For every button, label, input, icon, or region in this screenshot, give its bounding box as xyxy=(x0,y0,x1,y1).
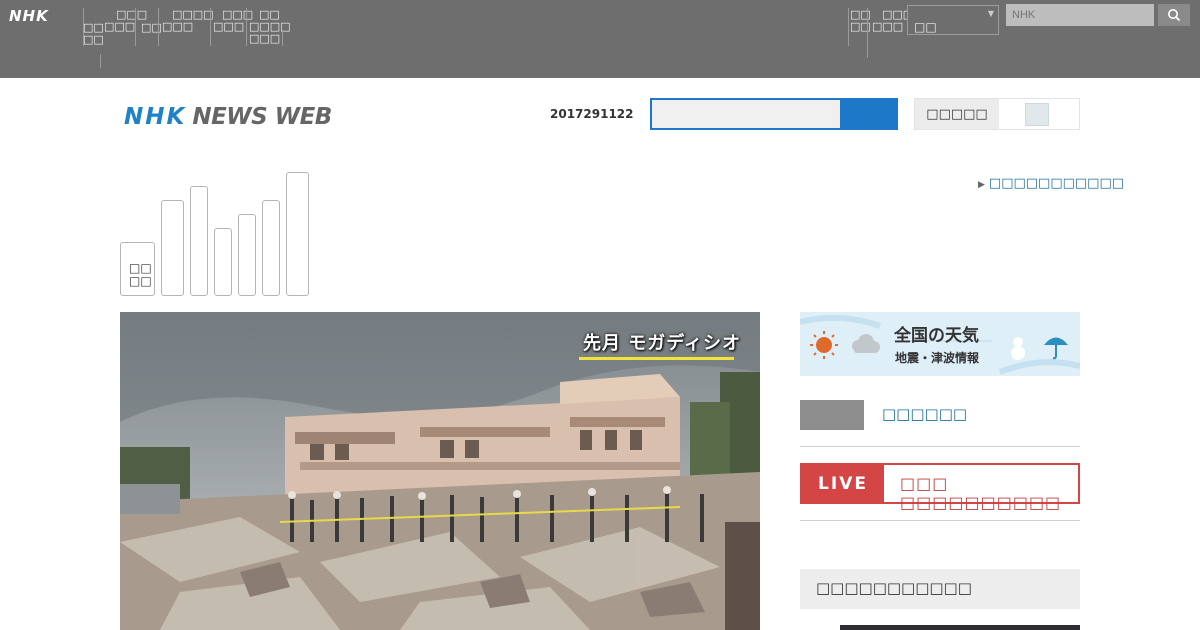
nhk-logo[interactable]: NHK xyxy=(9,7,49,25)
news-search-button[interactable] xyxy=(840,98,898,130)
caption-underline xyxy=(579,357,734,360)
nav-line: □□□ xyxy=(249,32,281,45)
category-tab-4[interactable] xyxy=(214,228,232,296)
top-bar: NHK □□ □□ □□□ □□□ □□ □□□□ □□□ □□□ □□□ □□… xyxy=(0,0,1200,78)
divider xyxy=(800,520,1080,521)
live-badge: LIVE xyxy=(802,465,884,502)
nav-separator xyxy=(848,8,849,46)
nav-line: □□□ xyxy=(213,20,245,33)
nav-separator xyxy=(100,54,101,68)
snowman-icon xyxy=(1011,337,1025,360)
nav-separator xyxy=(246,8,247,46)
photo-caption: 先月 モガディシオ xyxy=(583,333,742,354)
switch-knob[interactable] xyxy=(1025,103,1049,126)
cloud-icon xyxy=(852,334,880,353)
language-select-value: □□ xyxy=(914,20,937,34)
caret-down-icon: ▼ xyxy=(987,9,994,18)
nav-separator xyxy=(135,8,136,46)
top-search-input[interactable] xyxy=(1006,4,1154,26)
category-tab-6[interactable] xyxy=(262,200,280,296)
divider xyxy=(800,446,1080,447)
weather-subtitle: 地震・津波情報 xyxy=(895,351,980,365)
display-switch-label: □□□□□ xyxy=(915,99,999,129)
sidebar-panel-media[interactable] xyxy=(840,625,1080,630)
sidebar-panel-heading: □□□□□□□□□□□ xyxy=(800,569,1080,609)
nav-line: □□□ xyxy=(162,20,194,33)
top-nav-item-5[interactable]: □□□ □□□ xyxy=(213,9,253,33)
nav-separator xyxy=(282,30,283,46)
live-banner[interactable]: LIVE □□□ □□□□□□□□□□ xyxy=(800,463,1080,512)
top-nav-item-1[interactable]: □□ □□ xyxy=(83,22,104,46)
weather-title: 全国の天気 xyxy=(894,326,979,346)
nav-line: □□ xyxy=(83,33,104,46)
nav-separator xyxy=(210,8,211,46)
category-tab-1-label: □□ □□ xyxy=(129,261,152,288)
top-search-button[interactable] xyxy=(1158,4,1190,26)
category-tab-3[interactable] xyxy=(190,186,208,296)
news-search-input[interactable] xyxy=(650,98,842,130)
live-banner-text: □□□ □□□□□□□□□□ xyxy=(900,474,1062,512)
top-nav-item-6[interactable]: □□ □□□□ □□□ xyxy=(249,9,291,45)
search-icon xyxy=(1168,9,1181,22)
news-web-logo[interactable]: NHK NEWS WEB xyxy=(124,104,332,130)
logo-nhk: NHK xyxy=(124,104,187,130)
category-tab-5[interactable] xyxy=(238,214,256,296)
category-tab-7[interactable] xyxy=(286,172,309,296)
sidebar-link[interactable]: □□□□□□ xyxy=(882,405,967,423)
weather-banner[interactable]: 全国の天気 地震・津波情報 xyxy=(800,312,1080,376)
more-news-link[interactable]: ▶ □□□□□□□□□□□ xyxy=(978,176,1124,191)
triangle-right-icon: ▶ xyxy=(978,180,985,190)
sidebar-thumbnail[interactable] xyxy=(800,400,864,430)
language-select[interactable]: □□ ▼ xyxy=(907,5,999,35)
date-display: 2017291122 xyxy=(550,107,634,121)
nav-separator xyxy=(867,8,868,58)
top-nav-item-4[interactable]: □□□□ □□□ xyxy=(162,9,214,33)
more-news-link-label: □□□□□□□□□□□ xyxy=(988,176,1125,191)
category-tab-2[interactable] xyxy=(161,200,184,296)
umbrella-icon xyxy=(1044,337,1068,360)
logo-news-web: NEWS WEB xyxy=(192,104,332,130)
nav-separator xyxy=(158,8,159,46)
sun-icon xyxy=(810,331,838,359)
